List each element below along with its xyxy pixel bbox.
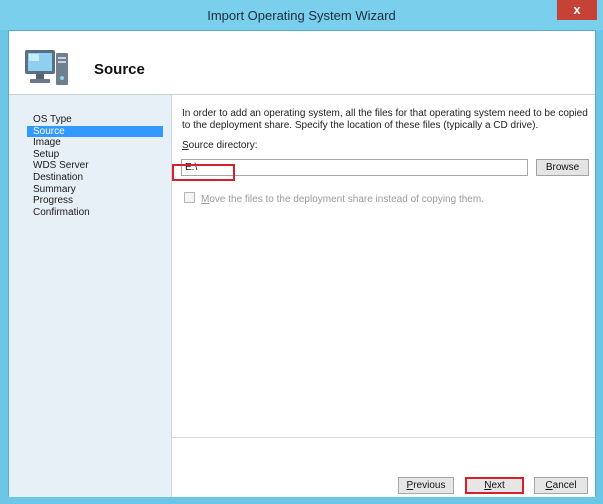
- move-files-option: Move the files to the deployment share i…: [184, 192, 484, 205]
- source-directory-label: Source directory:: [182, 140, 258, 151]
- page-title: Source: [94, 61, 145, 78]
- previous-label: revious: [413, 480, 446, 491]
- step-progress[interactable]: Progress: [27, 195, 163, 207]
- window-title: Import Operating System Wizard: [207, 8, 396, 23]
- cancel-button[interactable]: Cancel: [534, 477, 588, 494]
- source-label-rest: ource directory:: [188, 140, 258, 151]
- close-button[interactable]: x: [557, 0, 597, 20]
- wizard-content: In order to add an operating system, all…: [172, 95, 595, 437]
- step-confirmation[interactable]: Confirmation: [27, 207, 163, 219]
- step-image[interactable]: Image: [27, 137, 163, 149]
- cancel-label: ancel: [552, 480, 577, 491]
- step-summary[interactable]: Summary: [27, 184, 163, 196]
- next-label: ext: [491, 480, 505, 491]
- step-os-type[interactable]: OS Type: [27, 114, 163, 126]
- wizard-steps: OS Type Source Image Setup WDS Server De…: [27, 114, 163, 218]
- source-directory-input[interactable]: [181, 159, 528, 176]
- step-setup[interactable]: Setup: [27, 149, 163, 161]
- step-wds-server[interactable]: WDS Server: [27, 160, 163, 172]
- next-button[interactable]: Next: [465, 477, 524, 494]
- wizard-sidebar: OS Type Source Image Setup WDS Server De…: [9, 95, 172, 497]
- move-files-checkbox[interactable]: [184, 192, 195, 203]
- instructions-text: In order to add an operating system, all…: [182, 108, 588, 131]
- wizard-header: Source: [9, 31, 595, 95]
- move-files-label: ove the files to the deployment share in…: [209, 194, 484, 205]
- step-source[interactable]: Source: [27, 125, 163, 138]
- step-destination[interactable]: Destination: [27, 172, 163, 184]
- computer-icon: [25, 50, 68, 85]
- title-bar: Import Operating System Wizard x: [0, 0, 603, 30]
- wizard-footer: Previous Next Cancel: [172, 437, 595, 497]
- previous-button[interactable]: Previous: [398, 477, 454, 494]
- browse-button[interactable]: Browse: [536, 159, 589, 176]
- source-label-accesskey: S: [182, 140, 189, 151]
- wizard-window: Source OS Type Source Image Setup WDS Se…: [8, 30, 596, 497]
- cancel-accesskey: C: [545, 480, 553, 491]
